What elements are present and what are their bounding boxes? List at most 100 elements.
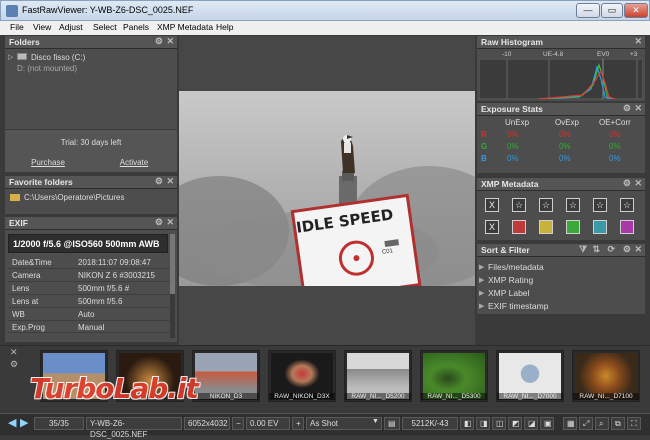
close-icon[interactable]: ✕ xyxy=(166,36,174,47)
white-balance-select[interactable]: As Shot xyxy=(306,417,382,430)
ev-plus-button[interactable]: + xyxy=(292,417,304,430)
expand-arrow-icon[interactable]: ▶ xyxy=(479,276,484,284)
channel-g: G xyxy=(481,142,488,151)
gear-icon[interactable]: ⚙ xyxy=(155,36,163,47)
close-button[interactable]: ✕ xyxy=(624,3,648,18)
gear-icon[interactable]: ⚙ xyxy=(155,217,163,228)
label-red-button[interactable] xyxy=(512,220,526,234)
expand-arrow-icon[interactable]: ▷ xyxy=(8,53,13,61)
thumbnail[interactable]: RAW_NI..._D7100 xyxy=(572,350,640,402)
histogram-graph xyxy=(479,59,643,99)
drive-c-item[interactable]: Disco fisso (C:) xyxy=(31,53,85,62)
arrow-right-icon[interactable]: ▶ xyxy=(20,416,28,429)
g-oecorr: 0% xyxy=(609,142,621,151)
histogram-title: Raw Histogram xyxy=(481,37,543,47)
label-purple-button[interactable] xyxy=(620,220,634,234)
close-icon[interactable]: ✕ xyxy=(634,103,642,114)
star-1-button[interactable]: ☆ xyxy=(512,198,526,212)
thumbnail-caption: RAW_NI..._D7100 xyxy=(573,393,639,400)
expand-arrow-icon[interactable]: ▶ xyxy=(479,263,484,271)
tool-button[interactable]: ◨ xyxy=(476,417,490,430)
close-icon[interactable]: ✕ xyxy=(634,244,642,255)
favorite-folder-item[interactable]: C:\Users\Operatore\Pictures xyxy=(24,193,124,202)
star-3-button[interactable]: ☆ xyxy=(566,198,580,212)
fullscreen-icon[interactable]: ⛶ xyxy=(627,417,641,430)
maximize-button[interactable]: ▭ xyxy=(601,3,623,18)
tool-button[interactable]: ◪ xyxy=(524,417,538,430)
star-2-button[interactable]: ☆ xyxy=(539,198,553,212)
purchase-link[interactable]: Purchase xyxy=(5,158,91,167)
expand-arrow-icon[interactable]: ▶ xyxy=(479,302,484,310)
drive-icon xyxy=(17,53,27,60)
chevron-down-icon[interactable]: ▼ xyxy=(372,418,379,425)
menu-help[interactable]: Help xyxy=(216,22,233,32)
menu-view[interactable]: View xyxy=(33,22,51,32)
thumbnail[interactable]: RAW_NI..._D7000 xyxy=(496,350,564,402)
status-filename: Y-WB-Z6-DSC_0025.NEF xyxy=(86,417,182,439)
menu-select[interactable]: Select xyxy=(93,22,117,32)
expand-arrow-icon[interactable]: ▶ xyxy=(479,289,484,297)
tool-button[interactable]: ◩ xyxy=(508,417,522,430)
favorites-header: Favorite folders ⚙ ✕ xyxy=(5,176,177,189)
arrow-left-icon[interactable]: ◀ xyxy=(8,416,16,429)
label-yellow-button[interactable] xyxy=(539,220,553,234)
menu-xmp-metadata[interactable]: XMP Metadata xyxy=(157,22,213,32)
close-icon[interactable]: ✕ xyxy=(166,176,174,187)
close-icon[interactable]: ✕ xyxy=(166,217,174,228)
exif-scroll-thumb[interactable] xyxy=(170,234,175,294)
b-unexp: 0% xyxy=(507,154,519,163)
activate-link[interactable]: Activate xyxy=(91,158,177,167)
star-5-button[interactable]: ☆ xyxy=(620,198,634,212)
watermark-logo: TurboLab.it xyxy=(30,372,199,405)
exif-scrollbar[interactable] xyxy=(170,234,175,338)
menu-file[interactable]: File xyxy=(10,22,24,32)
exif-key: WB xyxy=(12,310,25,319)
exif-key: Camera xyxy=(12,271,41,280)
exif-title: EXIF xyxy=(9,218,28,228)
label-clear-button[interactable]: X xyxy=(485,220,499,234)
sort-xmp-rating[interactable]: XMP Rating xyxy=(488,275,533,285)
folders-title: Folders xyxy=(9,37,40,47)
fit-icon[interactable]: ⤢ xyxy=(579,417,593,430)
exif-value: Manual xyxy=(78,323,105,332)
wb-picker-button[interactable]: ▤ xyxy=(384,417,400,430)
ev-minus-button[interactable]: − xyxy=(232,417,244,430)
rating-clear-button[interactable]: X xyxy=(485,198,499,212)
minimize-button[interactable]: — xyxy=(576,3,600,18)
thumbnail[interactable]: NIKON_D3 xyxy=(192,350,260,402)
gear-icon[interactable]: ⚙ xyxy=(10,359,18,370)
tool-button[interactable]: ▣ xyxy=(540,417,554,430)
sort-order-icon[interactable]: ⇅ xyxy=(592,244,600,255)
xmp-title: XMP Metadata xyxy=(481,179,539,189)
thumbnail[interactable]: RAW_NI..._D5300 xyxy=(420,350,488,402)
menu-adjust[interactable]: Adjust xyxy=(59,22,83,32)
sort-xmp-label[interactable]: XMP Label xyxy=(488,288,529,298)
close-icon[interactable]: ✕ xyxy=(10,347,18,358)
gear-icon[interactable]: ⚙ xyxy=(623,244,631,255)
zoom-icon[interactable]: ⌕ xyxy=(595,417,609,430)
window-title: FastRawViewer: Y-WB-Z6-DSC_0025.NEF xyxy=(22,5,194,15)
sort-files-metadata[interactable]: Files/metadata xyxy=(488,262,544,272)
thumbnail[interactable]: RAW_NI..._D5200 xyxy=(344,350,412,402)
exif-row: Lens at 500mm f/5.6 xyxy=(8,295,170,308)
grid-view-icon[interactable]: ▦ xyxy=(563,417,577,430)
close-icon[interactable]: ✕ xyxy=(634,178,642,189)
close-icon[interactable]: ✕ xyxy=(634,36,642,47)
star-4-button[interactable]: ☆ xyxy=(593,198,607,212)
r-unexp: 0% xyxy=(507,130,519,139)
sort-exif-timestamp[interactable]: EXIF timestamp xyxy=(488,301,548,311)
tool-button[interactable]: ◧ xyxy=(460,417,474,430)
gear-icon[interactable]: ⚙ xyxy=(155,176,163,187)
filter-icon[interactable]: ⧩ xyxy=(579,244,587,255)
drive-d-item[interactable]: D: (not mounted) xyxy=(17,64,77,73)
menu-panels[interactable]: Panels xyxy=(123,22,149,32)
refresh-icon[interactable]: ⟳ xyxy=(607,244,615,255)
thumbnail[interactable]: RAW_NIKON_D3X xyxy=(268,350,336,402)
label-blue-button[interactable] xyxy=(593,220,607,234)
tool-button[interactable]: ◫ xyxy=(492,417,506,430)
compare-icon[interactable]: ⧉ xyxy=(611,417,625,430)
gear-icon[interactable]: ⚙ xyxy=(623,103,631,114)
gear-icon[interactable]: ⚙ xyxy=(623,178,631,189)
image-viewer[interactable]: IDLE SPEED C01 xyxy=(179,36,475,345)
label-green-button[interactable] xyxy=(566,220,580,234)
